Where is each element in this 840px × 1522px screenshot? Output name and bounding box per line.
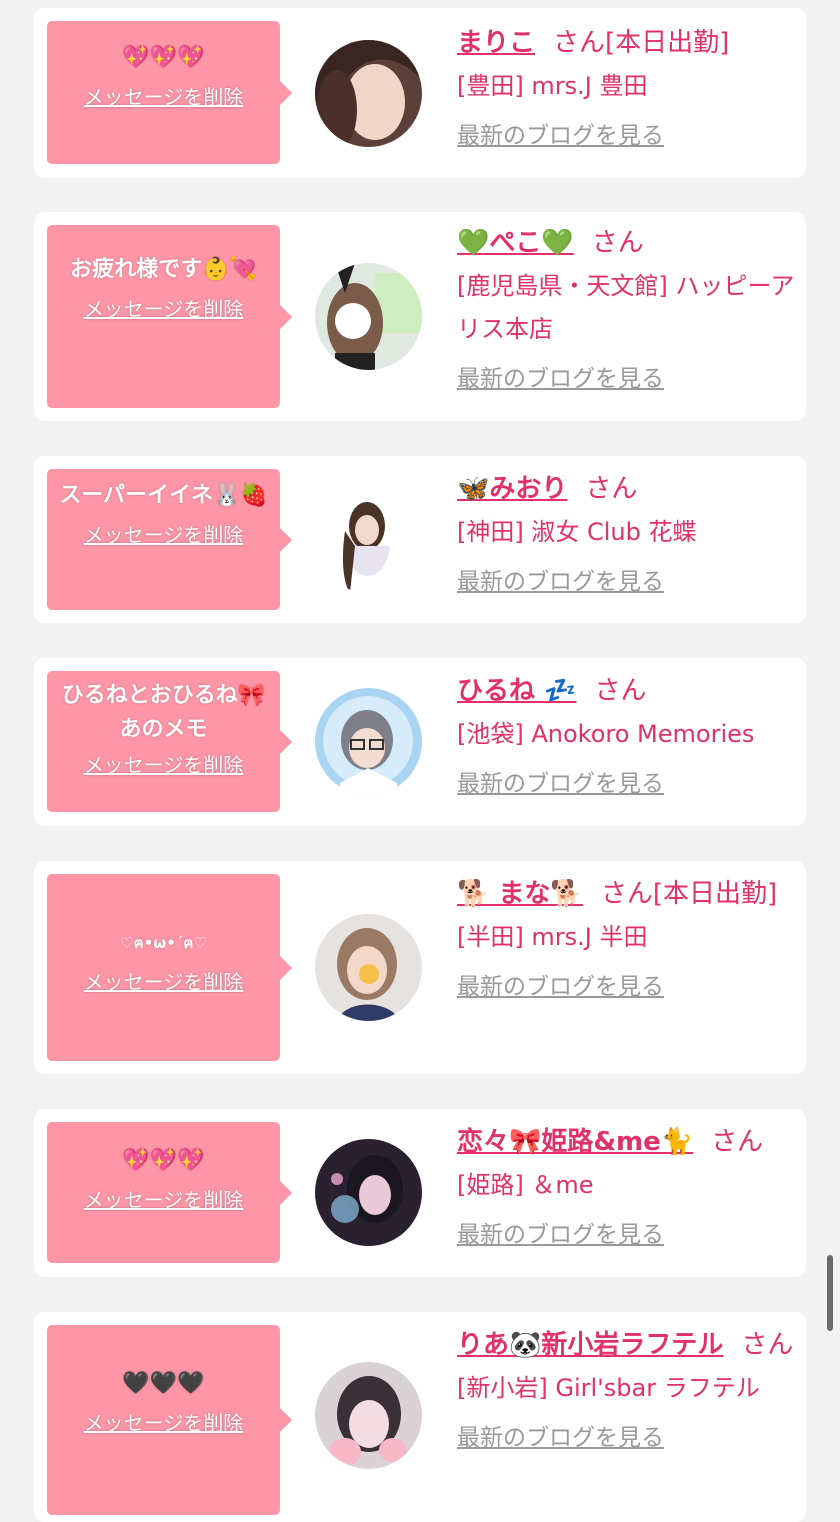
- message-text: ひるねとおひるね🎀あのメモ: [61, 683, 266, 742]
- avatar[interactable]: [315, 914, 422, 1021]
- message-text: 💖💖💖: [122, 45, 205, 70]
- shop-name: [半田] mrs.J 半田: [457, 923, 648, 951]
- message-bubble: お疲れ様です👶💘 メッセージを削除: [47, 225, 292, 408]
- shop-name: [池袋] Anokoro Memories: [457, 720, 755, 748]
- attendance-status: [本日出勤]: [605, 28, 730, 58]
- member-info: 💚ぺこ💚 さん [鹿児島県・天文館] ハッピーアリス本店 最新のブログを見る: [457, 222, 797, 399]
- latest-blog-link[interactable]: 最新のブログを見る: [457, 1422, 664, 1454]
- shop-name: [鹿児島県・天文館] ハッピーアリス本店: [457, 272, 795, 343]
- shop-name: [豊田] mrs.J 豊田: [457, 72, 648, 100]
- member-info: 🦋みおり さん [神田] 淑女 Club 花蝶 最新のブログを見る: [457, 468, 797, 602]
- latest-blog-link[interactable]: 最新のブログを見る: [457, 120, 664, 152]
- member-info: 恋々🎀姫路&me🐈 さん [姫路] ＆me 最新のブログを見る: [457, 1121, 797, 1255]
- message-card: お疲れ様です👶💘 メッセージを削除 💚ぺこ💚 さん [鹿児島県・天文館] ハッピー…: [34, 212, 806, 421]
- latest-blog-link[interactable]: 最新のブログを見る: [457, 1219, 664, 1251]
- message-card: ♡ฅ•ω•´ฅ♡ メッセージを削除 🐕 まな🐕 さん[本日出勤] [半田] mrs…: [34, 861, 806, 1074]
- avatar[interactable]: [315, 40, 422, 147]
- member-name-link[interactable]: 恋々🎀姫路&me🐈: [457, 1127, 693, 1157]
- avatar[interactable]: [315, 486, 422, 593]
- scrollbar-thumb[interactable]: [827, 1255, 833, 1331]
- honorific: さん: [553, 28, 606, 58]
- shop-name: [新小岩] Girl'sbar ラフテル: [457, 1374, 760, 1402]
- member-name-link[interactable]: まりこ: [457, 28, 535, 58]
- message-bubble: 💖💖💖 メッセージを削除: [47, 21, 292, 164]
- delete-message-link[interactable]: メッセージを削除: [84, 519, 244, 548]
- member-name-link[interactable]: りあ🐼新小岩ラフテル: [457, 1330, 723, 1360]
- honorific: さん: [594, 676, 647, 706]
- delete-message-link[interactable]: メッセージを削除: [84, 293, 244, 322]
- message-text: 💖💖💖: [122, 1148, 205, 1173]
- latest-blog-link[interactable]: 最新のブログを見る: [457, 566, 664, 598]
- member-name-link[interactable]: 🦋みおり: [457, 474, 567, 504]
- latest-blog-link[interactable]: 最新のブログを見る: [457, 971, 664, 1003]
- avatar[interactable]: [315, 1139, 422, 1246]
- avatar[interactable]: [315, 1362, 422, 1469]
- message-card: 💖💖💖 メッセージを削除 恋々🎀姫路&me🐈 さん [姫路] ＆me 最新のブログ…: [34, 1109, 806, 1277]
- latest-blog-link[interactable]: 最新のブログを見る: [457, 768, 664, 800]
- honorific: さん: [585, 474, 638, 504]
- message-bubble: スーパーイイネ🐰🍓 メッセージを削除: [47, 469, 292, 610]
- delete-message-link[interactable]: メッセージを削除: [84, 749, 244, 778]
- message-text: 🖤🖤🖤: [122, 1371, 205, 1396]
- honorific: さん: [711, 1127, 764, 1157]
- member-name-link[interactable]: 🐕 まな🐕: [457, 879, 583, 909]
- member-info: りあ🐼新小岩ラフテル さん [新小岩] Girl'sbar ラフテル 最新のブログ…: [457, 1324, 797, 1458]
- message-card: 🖤🖤🖤 メッセージを削除 りあ🐼新小岩ラフテル さん [新小岩] Girl'sba…: [34, 1312, 806, 1522]
- message-bubble: ひるねとおひるね🎀あのメモ メッセージを削除: [47, 671, 292, 812]
- delete-message-link[interactable]: メッセージを削除: [84, 81, 244, 110]
- delete-message-link[interactable]: メッセージを削除: [84, 1407, 244, 1436]
- honorific: さん: [741, 1330, 794, 1360]
- message-card: スーパーイイネ🐰🍓 メッセージを削除 🦋みおり さん [神田] 淑女 Club 花…: [34, 456, 806, 623]
- shop-name: [神田] 淑女 Club 花蝶: [457, 518, 697, 546]
- avatar[interactable]: [315, 263, 422, 370]
- message-card: ひるねとおひるね🎀あのメモ メッセージを削除 ひるね 💤 さん [池袋] Anok…: [34, 658, 806, 826]
- delete-message-link[interactable]: メッセージを削除: [84, 966, 244, 995]
- message-card: 💖💖💖 メッセージを削除 まりこ さん[本日出勤] [豊田] mrs.J 豊田 最…: [34, 8, 806, 178]
- member-name-link[interactable]: ひるね 💤: [457, 676, 576, 706]
- message-bubble: 🖤🖤🖤 メッセージを削除: [47, 1325, 292, 1515]
- latest-blog-link[interactable]: 最新のブログを見る: [457, 363, 664, 395]
- avatar[interactable]: [315, 688, 422, 795]
- message-text: スーパーイイネ🐰🍓: [59, 483, 268, 508]
- message-bubble: 💖💖💖 メッセージを削除: [47, 1122, 292, 1263]
- member-info: ひるね 💤 さん [池袋] Anokoro Memories 最新のブログを見る: [457, 670, 797, 804]
- honorific: さん: [600, 879, 653, 909]
- message-text: ♡ฅ•ω•´ฅ♡: [120, 934, 207, 952]
- shop-name: [姫路] ＆me: [457, 1171, 594, 1199]
- member-name-link[interactable]: 💚ぺこ💚: [457, 228, 574, 258]
- message-bubble: ♡ฅ•ω•´ฅ♡ メッセージを削除: [47, 874, 292, 1061]
- delete-message-link[interactable]: メッセージを削除: [84, 1184, 244, 1213]
- honorific: さん: [591, 228, 644, 258]
- message-text: お疲れ様です👶💘: [70, 257, 257, 282]
- attendance-status: [本日出勤]: [652, 879, 778, 909]
- member-info: 🐕 まな🐕 さん[本日出勤] [半田] mrs.J 半田 最新のブログを見る: [457, 873, 797, 1007]
- member-info: まりこ さん[本日出勤] [豊田] mrs.J 豊田 最新のブログを見る: [457, 22, 797, 156]
